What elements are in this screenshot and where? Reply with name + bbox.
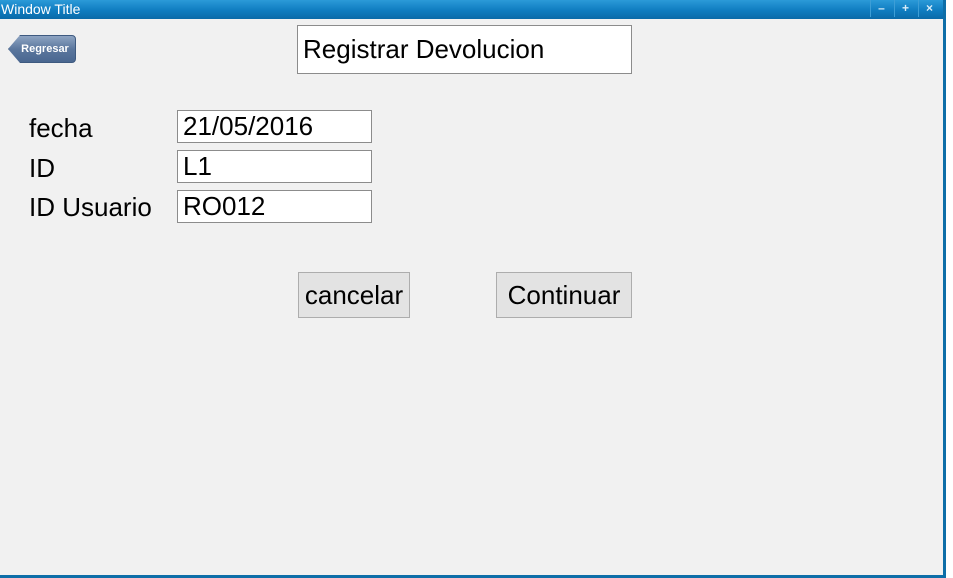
close-icon[interactable]: × <box>918 0 940 17</box>
maximize-icon[interactable]: + <box>894 0 916 17</box>
id-usuario-label: ID Usuario <box>29 192 152 222</box>
id-field[interactable] <box>177 150 372 183</box>
fecha-field[interactable] <box>177 110 372 143</box>
continue-button[interactable]: Continuar <box>496 272 632 318</box>
id-usuario-field[interactable] <box>177 190 372 223</box>
window-title: Window Title <box>1 1 81 17</box>
id-label: ID <box>29 153 55 183</box>
cancel-button[interactable]: cancelar <box>298 272 410 318</box>
page-title: Registrar Devolucion <box>297 25 632 74</box>
app-window: Window Title – + × Regresar Registrar De… <box>0 0 946 578</box>
back-button[interactable]: Regresar <box>8 35 76 63</box>
fecha-label: fecha <box>29 113 93 143</box>
title-bar[interactable]: Window Title – + × <box>0 0 943 19</box>
minimize-icon[interactable]: – <box>870 0 892 17</box>
